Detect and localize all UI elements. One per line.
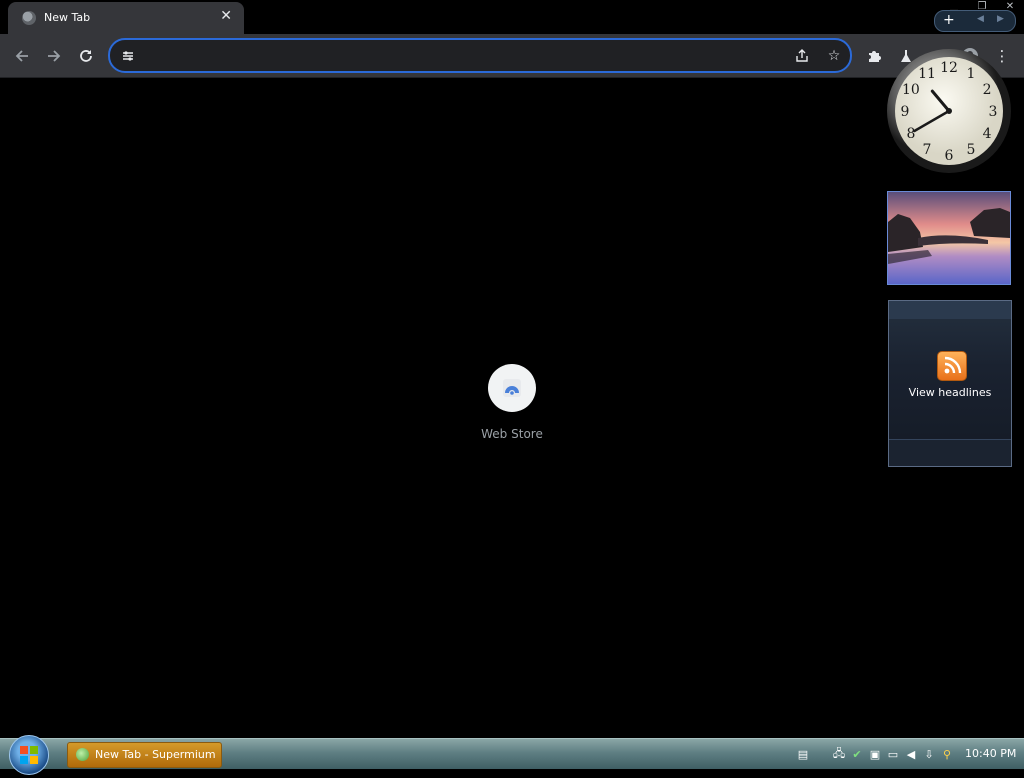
clock-numeral: 7 [923, 142, 932, 158]
network-icon[interactable]: 🖧 [831, 746, 847, 762]
clock-numeral: 3 [989, 104, 998, 120]
previous-arrow-icon[interactable]: ◀ [977, 14, 984, 24]
clock-numeral: 12 [940, 60, 958, 76]
clock-numeral: 4 [983, 126, 992, 142]
clock-numeral: 6 [945, 148, 954, 164]
clock-face: 12 12 3 45678 9 1011 [887, 49, 1011, 173]
clock-numeral: 10 [902, 82, 920, 98]
clock-gadget[interactable]: 12 1 2 3 4 5 6 7 8 9 10 11 [886, 48, 1012, 174]
news-headlines-gadget[interactable]: View headlines [888, 300, 1012, 467]
search-icon[interactable]: ⚲ [939, 746, 955, 762]
clock-numeral: 8 [906, 126, 915, 142]
security-center-icon[interactable]: ▣ [867, 746, 883, 762]
site-info-icon[interactable] [118, 46, 138, 66]
clock-numeral: 1 [967, 66, 976, 82]
back-button[interactable] [9, 43, 35, 69]
taskbar-button-label: New Tab - Supermium [95, 748, 216, 761]
windows-logo-icon [20, 746, 38, 764]
tab-close-icon[interactable]: ✕ [220, 8, 232, 24]
share-icon[interactable] [792, 46, 812, 66]
volume-icon[interactable]: ◀ [903, 746, 919, 762]
clock-numeral: 9 [901, 104, 910, 120]
tab-title: New Tab [44, 11, 91, 24]
rss-feed-icon [937, 351, 967, 381]
bookmark-star-icon[interactable]: ☆ [824, 46, 844, 66]
address-bar[interactable]: ☆ [108, 38, 852, 73]
extensions-puzzle-icon[interactable] [861, 43, 887, 69]
arrow-left-icon [15, 50, 28, 62]
address-input[interactable] [146, 44, 790, 68]
start-button[interactable] [9, 735, 49, 775]
keyboard-icon[interactable]: ▤ [795, 746, 811, 762]
globe-icon [22, 11, 36, 25]
taskbar-button-supermium[interactable]: New Tab - Supermium [67, 742, 222, 768]
clock-numeral: 2 [983, 82, 992, 98]
shortcut-label: Web Store [481, 427, 543, 441]
tab-new-tab[interactable]: New Tab ✕ [8, 2, 244, 34]
taskbar: New Tab - Supermium ▤ 🖧 ✔ ▣ ▭ ◀ ⇩ ⚲ 10:4… [0, 735, 1024, 775]
arrow-right-icon [48, 50, 61, 62]
reload-button[interactable] [73, 43, 99, 69]
shortcut-tile [488, 364, 536, 412]
reload-icon [80, 50, 92, 62]
slideshow-gadget[interactable] [887, 191, 1011, 285]
sidebar-controls: + ◀ ▶ [934, 10, 1016, 32]
next-arrow-icon[interactable]: ▶ [997, 14, 1004, 24]
tab-strip: New Tab ✕ ▁ ❐ ✕ [0, 0, 1024, 34]
add-gadget-icon[interactable]: + [943, 12, 955, 28]
display-icon[interactable]: ▭ [885, 746, 901, 762]
system-tray: ▤ 🖧 ✔ ▣ ▭ ◀ ⇩ ⚲ [795, 745, 955, 763]
news-footer-band [889, 439, 1011, 466]
news-header-band [889, 301, 1011, 319]
forward-button[interactable] [41, 43, 67, 69]
browser-toolbar: ☆ ▭ ⋮ [0, 34, 1024, 78]
seascape-photo [888, 192, 1010, 284]
antivirus-check-icon[interactable]: ✔ [849, 746, 865, 762]
clock-numeral: 5 [967, 142, 976, 158]
view-headlines-link[interactable]: View headlines [889, 386, 1011, 399]
system-clock[interactable]: 10:40 PM [965, 747, 1016, 760]
update-icon[interactable]: ⇩ [921, 746, 937, 762]
clock-numeral: 11 [918, 66, 936, 82]
web-store-icon [503, 379, 521, 397]
shortcut-web-store[interactable]: Web Store [466, 364, 558, 444]
supermium-icon [76, 748, 89, 761]
